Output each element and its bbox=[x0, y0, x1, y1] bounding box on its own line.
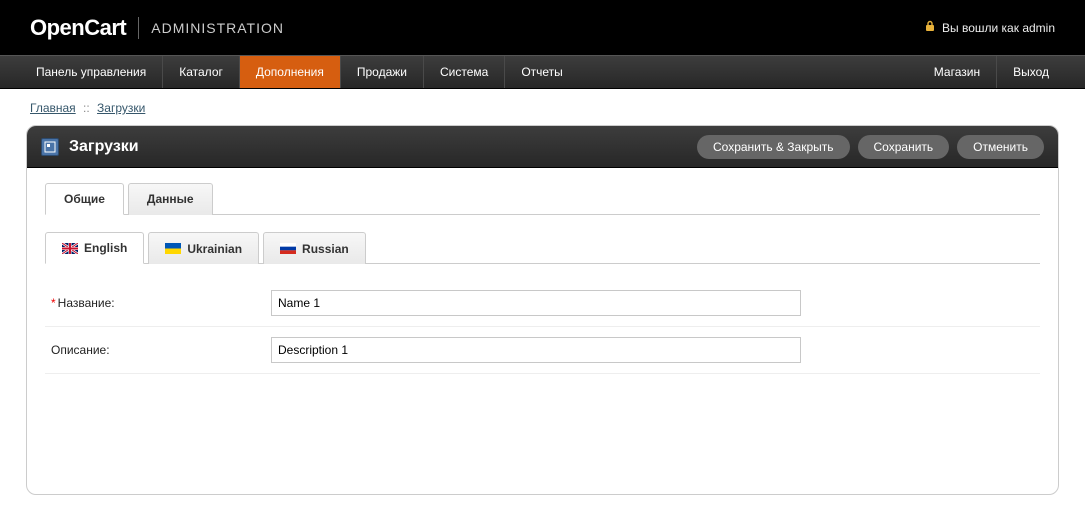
breadcrumb: Главная :: Загрузки bbox=[0, 89, 1085, 125]
name-label: Название: bbox=[58, 296, 115, 310]
downloads-icon bbox=[41, 138, 59, 156]
lang-tab-english-label: English bbox=[84, 241, 127, 255]
nav-sales[interactable]: Продажи bbox=[341, 56, 424, 88]
required-mark: * bbox=[51, 296, 56, 310]
login-info: Вы вошли как admin bbox=[924, 20, 1055, 35]
flag-ru-icon bbox=[280, 243, 296, 254]
box-content: Общие Данные English Ukrainian bbox=[27, 168, 1058, 494]
flag-uk-icon bbox=[62, 243, 78, 254]
tab-data[interactable]: Данные bbox=[128, 183, 213, 215]
breadcrumb-home[interactable]: Главная bbox=[30, 101, 76, 115]
page-title: Загрузки bbox=[69, 138, 139, 156]
lang-tab-ukrainian-label: Ukrainian bbox=[187, 242, 242, 256]
flag-ua-icon bbox=[165, 243, 181, 254]
breadcrumb-current[interactable]: Загрузки bbox=[97, 101, 145, 115]
desc-label-cell: Описание: bbox=[45, 327, 265, 374]
main-tabs: Общие Данные bbox=[45, 182, 1040, 215]
nav-dashboard[interactable]: Панель управления bbox=[20, 56, 163, 88]
desc-label: Описание: bbox=[51, 343, 110, 357]
form-table: *Название: Описание: bbox=[45, 280, 1040, 374]
heading-buttons: Сохранить & Закрыть Сохранить Отменить bbox=[697, 135, 1044, 159]
lang-tab-ukrainian[interactable]: Ukrainian bbox=[148, 232, 259, 264]
save-button[interactable]: Сохранить bbox=[858, 135, 950, 159]
name-input[interactable] bbox=[271, 290, 801, 316]
login-text: Вы вошли как admin bbox=[942, 21, 1055, 35]
brand-divider bbox=[138, 17, 139, 39]
top-header: OpenCart ADMINISTRATION Вы вошли как adm… bbox=[0, 0, 1085, 55]
nav-extensions[interactable]: Дополнения bbox=[240, 56, 341, 88]
save-close-button[interactable]: Сохранить & Закрыть bbox=[697, 135, 850, 159]
nav-logout[interactable]: Выход bbox=[997, 56, 1065, 88]
nav-catalog[interactable]: Каталог bbox=[163, 56, 240, 88]
lang-tabs: English Ukrainian Russian bbox=[45, 231, 1040, 263]
nav-store[interactable]: Магазин bbox=[918, 56, 997, 88]
nav-reports[interactable]: Отчеты bbox=[505, 56, 578, 88]
nav-left: Панель управления Каталог Дополнения Про… bbox=[20, 56, 579, 88]
cancel-button[interactable]: Отменить bbox=[957, 135, 1044, 159]
nav-right: Магазин Выход bbox=[918, 56, 1065, 88]
logo: OpenCart bbox=[30, 15, 126, 41]
tab-general[interactable]: Общие bbox=[45, 183, 124, 215]
nav-system[interactable]: Система bbox=[424, 56, 505, 88]
lang-tab-english[interactable]: English bbox=[45, 232, 144, 264]
lock-icon bbox=[924, 20, 936, 35]
box-heading: Загрузки Сохранить & Закрыть Сохранить О… bbox=[27, 126, 1058, 168]
lang-tab-russian-label: Russian bbox=[302, 242, 349, 256]
content-box: Загрузки Сохранить & Закрыть Сохранить О… bbox=[26, 125, 1059, 495]
main-nav: Панель управления Каталог Дополнения Про… bbox=[0, 55, 1085, 89]
lang-tabs-wrap: English Ukrainian Russian bbox=[45, 231, 1040, 264]
lang-tab-russian[interactable]: Russian bbox=[263, 232, 366, 264]
brand: OpenCart ADMINISTRATION bbox=[30, 15, 284, 41]
name-label-cell: *Название: bbox=[45, 280, 265, 327]
breadcrumb-sep: :: bbox=[83, 101, 90, 115]
desc-input[interactable] bbox=[271, 337, 801, 363]
admin-section-title: ADMINISTRATION bbox=[151, 20, 284, 36]
